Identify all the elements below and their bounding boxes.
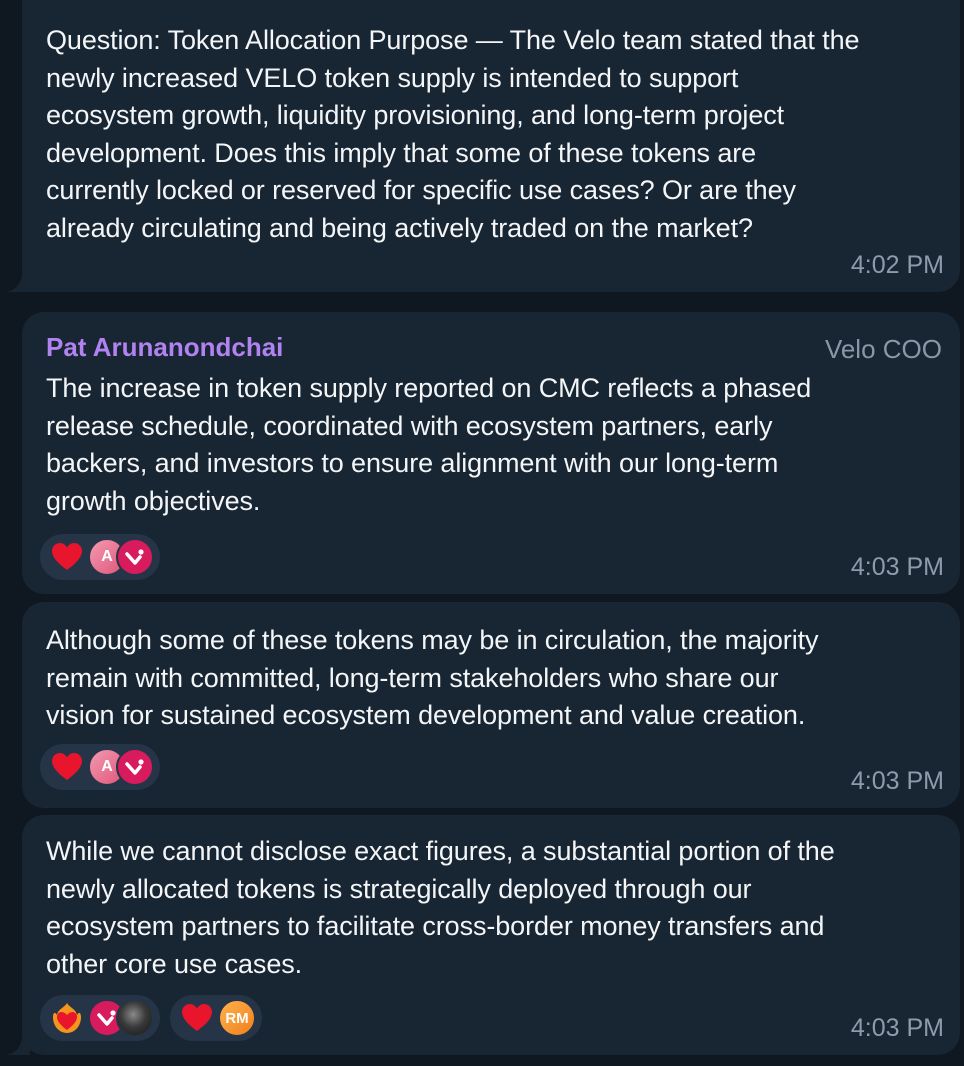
red-heart-icon [50,540,84,574]
reaction-heart[interactable]: A [40,534,160,580]
reactions-bar: RM [40,995,262,1041]
red-heart-icon [180,1001,214,1035]
message-text: Although some of these tokens may be in … [46,625,819,730]
message-text: Question: Token Allocation Purpose — The… [46,25,860,243]
message-time: 4:03 PM [850,1014,944,1042]
message-time: 4:03 PM [850,767,944,795]
reactor-avatar: RM [218,999,256,1037]
message-bubble[interactable]: While we cannot disclose exact figures, … [22,815,960,1055]
sender-name[interactable]: Pat Arunanondchai [46,332,283,363]
message-time: 4:02 PM [850,251,944,279]
message-bubble[interactable]: Although some of these tokens may be in … [22,602,960,808]
dark-photo-avatar-icon [116,999,154,1037]
velo-logo-icon [116,748,154,786]
message-bubble[interactable]: Pat Arunanondchai Velo COO The increase … [22,312,960,594]
reactions-bar: A [40,534,160,580]
bubble-tail [0,1035,30,1055]
message-text: While we cannot disclose exact figures, … [46,836,835,979]
red-heart-icon [50,750,84,784]
reaction-heart[interactable]: A [40,744,160,790]
reaction-heart-on-fire[interactable] [40,995,160,1041]
chat-view: Question: Token Allocation Purpose — The… [0,0,964,1066]
message-time: 4:03 PM [850,553,944,581]
velo-logo-icon [116,538,154,576]
reaction-heart[interactable]: RM [170,995,262,1041]
heart-on-fire-icon [50,1001,84,1035]
bubble-tail [0,272,30,292]
sender-role-badge: Velo COO [824,334,942,364]
reactions-bar: A [40,744,160,790]
message-bubble[interactable]: Question: Token Allocation Purpose — The… [22,0,960,292]
message-text: The increase in token supply reported on… [46,373,812,516]
